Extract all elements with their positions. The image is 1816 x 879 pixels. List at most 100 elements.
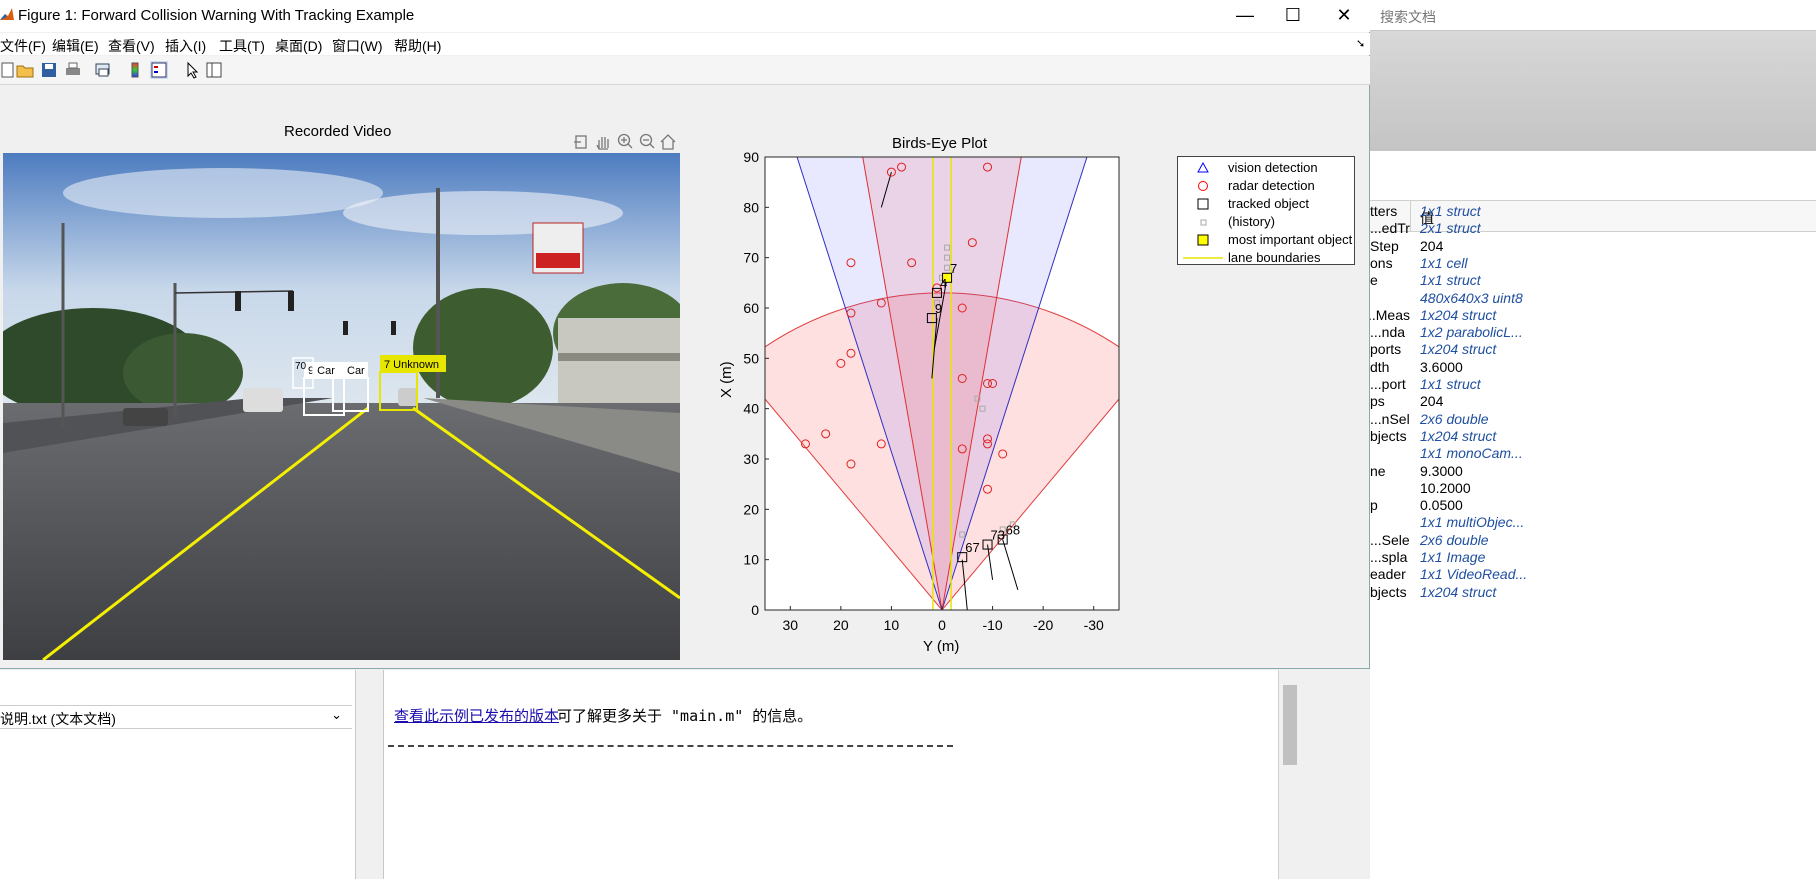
property-editor-icon[interactable] bbox=[205, 61, 223, 79]
legend-marker-icon bbox=[1197, 198, 1209, 210]
workspace-var-value: 1x204 struct bbox=[1420, 306, 1497, 323]
workspace-var-name: nSel... bbox=[1370, 410, 1410, 427]
dock-arrow-icon[interactable]: ➘ bbox=[1356, 37, 1365, 50]
workspace-var-value: 204 bbox=[1420, 237, 1444, 254]
legend-label: vision detection bbox=[1228, 160, 1318, 175]
y-tick-label: 40 bbox=[743, 401, 759, 417]
file-selector[interactable]: 说明.txt (文本文档) ⌄ bbox=[0, 705, 352, 729]
workspace-var-name: ports bbox=[1370, 341, 1402, 358]
legend-marker-icon bbox=[1198, 181, 1208, 191]
x-tick-label: -30 bbox=[1084, 617, 1104, 633]
workspace-row[interactable]: bjects 1x204 struct bbox=[1370, 584, 1816, 604]
track-label: 7 bbox=[950, 261, 957, 276]
pan-hand-icon[interactable] bbox=[596, 137, 609, 150]
export-icon[interactable] bbox=[574, 135, 587, 149]
x-tick-label: 20 bbox=[833, 617, 849, 633]
save-icon[interactable] bbox=[40, 61, 58, 79]
doc-text: 可了解更多关于 "main.m" 的信息。 bbox=[557, 707, 813, 725]
menu-bar: 文件(F) 编辑(E) 查看(V) 插入(I) 工具(T) 桌面(D) 窗口(W… bbox=[0, 33, 1370, 55]
workspace-var-value: 204 bbox=[1420, 393, 1444, 410]
y-tick-label: 20 bbox=[743, 501, 759, 517]
current-folder-panel bbox=[0, 670, 356, 879]
legend-entry[interactable]: lane boundaries bbox=[1178, 249, 1354, 267]
window-title: Figure 1: Forward Collision Warning With… bbox=[18, 7, 415, 24]
file-selector-value: 说明.txt (文本文档) bbox=[0, 711, 116, 727]
title-bar[interactable]: Figure 1: Forward Collision Warning With… bbox=[0, 0, 1370, 32]
workspace-var-value: 1x1 VideoRead... bbox=[1420, 566, 1528, 583]
y-tick-label: 90 bbox=[743, 150, 759, 165]
detection-label-9-car: 9 Car bbox=[308, 365, 335, 377]
workspace-var-value: 1x1 struct bbox=[1420, 272, 1481, 289]
axes-toolbar bbox=[573, 132, 678, 155]
legend-entry[interactable]: most important object bbox=[1178, 231, 1354, 249]
legend-label: lane boundaries bbox=[1228, 250, 1321, 265]
workspace-var-name: ons bbox=[1370, 254, 1393, 271]
maximize-button[interactable]: ☐ bbox=[1270, 0, 1316, 32]
legend-label: tracked object bbox=[1228, 196, 1309, 211]
y-tick-label: 0 bbox=[751, 602, 759, 618]
workspace-panel: 搜索文档 值 tters 1x1 struct edTr... 2x1 struct S… bbox=[1370, 0, 1816, 879]
legend-label: radar detection bbox=[1228, 178, 1315, 193]
colorbar-icon[interactable] bbox=[126, 61, 144, 79]
open-icon[interactable] bbox=[16, 61, 34, 79]
zoom-out-icon[interactable] bbox=[639, 133, 655, 149]
workspace-var-name: spla... bbox=[1370, 549, 1408, 565]
workspace-var-value: 1x1 struct bbox=[1420, 203, 1481, 219]
track-label: 68 bbox=[1006, 523, 1020, 538]
figure-toolbar bbox=[0, 56, 1370, 85]
print-icon[interactable] bbox=[64, 61, 82, 79]
chevron-down-icon[interactable]: ⌄ bbox=[331, 707, 342, 723]
doc-pane: 查看此示例已发布的版本 可了解更多关于 "main.m" 的信息。 bbox=[383, 670, 1279, 879]
scrollbar-thumb[interactable] bbox=[1283, 685, 1297, 765]
workspace-var-value: 1x1 multiObjec... bbox=[1420, 514, 1525, 531]
workspace-var-value: 1x204 struct bbox=[1420, 427, 1497, 444]
y-tick-label: 70 bbox=[743, 250, 759, 266]
figure-window: Figure 1: Forward Collision Warning With… bbox=[0, 0, 1370, 669]
minimize-button[interactable]: — bbox=[1222, 0, 1268, 32]
zoom-in-icon[interactable] bbox=[617, 133, 633, 149]
menu-help[interactable]: 帮助(H) bbox=[394, 36, 441, 56]
legend-marker-icon bbox=[1197, 161, 1209, 173]
workspace-var-name: Step bbox=[1370, 237, 1399, 254]
x-tick-label: -10 bbox=[982, 617, 1002, 633]
legend-entry[interactable]: tracked object bbox=[1178, 195, 1354, 213]
menu-tools[interactable]: 工具(T) bbox=[219, 36, 265, 56]
track-label: 4 bbox=[940, 276, 947, 291]
menu-view[interactable]: 查看(V) bbox=[108, 36, 155, 56]
published-example-link[interactable]: 查看此示例已发布的版本 bbox=[394, 705, 559, 726]
link-plot-icon[interactable] bbox=[94, 61, 112, 79]
legend-marker-icon bbox=[1200, 219, 1207, 226]
legend-entry[interactable]: vision detection bbox=[1178, 159, 1354, 177]
workspace-var-name: dth bbox=[1370, 358, 1390, 375]
workspace-var-value: 1x2 parabolicL... bbox=[1420, 324, 1523, 341]
birds-eye-ylabel: X (m) bbox=[718, 361, 735, 398]
x-tick-label: 10 bbox=[884, 617, 900, 633]
legend-entry[interactable]: radar detection bbox=[1178, 177, 1354, 195]
menu-window[interactable]: 窗口(W) bbox=[332, 36, 383, 56]
workspace-var-name: nda... bbox=[1370, 324, 1406, 341]
workspace-var-value: 3.6000 bbox=[1420, 358, 1463, 375]
detection-label-70: 70 bbox=[295, 361, 307, 372]
search-docs-field[interactable]: 搜索文档 bbox=[1370, 0, 1816, 31]
pointer-icon[interactable] bbox=[183, 61, 201, 79]
legend-icon[interactable] bbox=[150, 61, 168, 79]
x-tick-label: 30 bbox=[782, 617, 798, 633]
workspace-var-name: ne bbox=[1370, 462, 1386, 479]
doc-scrollbar[interactable] bbox=[1278, 670, 1303, 879]
menu-desktop[interactable]: 桌面(D) bbox=[275, 36, 322, 56]
workspace-var-name: e bbox=[1370, 272, 1378, 289]
legend-marker-icon bbox=[1183, 257, 1223, 259]
legend-label: (history) bbox=[1228, 214, 1275, 229]
home-icon[interactable] bbox=[660, 134, 676, 150]
workspace-var-value: 9.3000 bbox=[1420, 462, 1463, 479]
close-button[interactable]: ✕ bbox=[1321, 0, 1367, 32]
workspace-var-name: port... bbox=[1370, 376, 1406, 392]
legend-entry[interactable]: (history) bbox=[1178, 213, 1354, 231]
workspace-var-name: ps bbox=[1370, 393, 1385, 410]
workspace-var-value: 1x204 struct bbox=[1420, 583, 1497, 600]
menu-insert[interactable]: 插入(I) bbox=[165, 36, 206, 56]
menu-file[interactable]: 文件(F) bbox=[0, 36, 46, 56]
workspace-var-value: 1x1 monoCam... bbox=[1420, 445, 1523, 462]
menu-edit[interactable]: 编辑(E) bbox=[52, 36, 99, 56]
detection-label-car: Car bbox=[347, 365, 365, 377]
